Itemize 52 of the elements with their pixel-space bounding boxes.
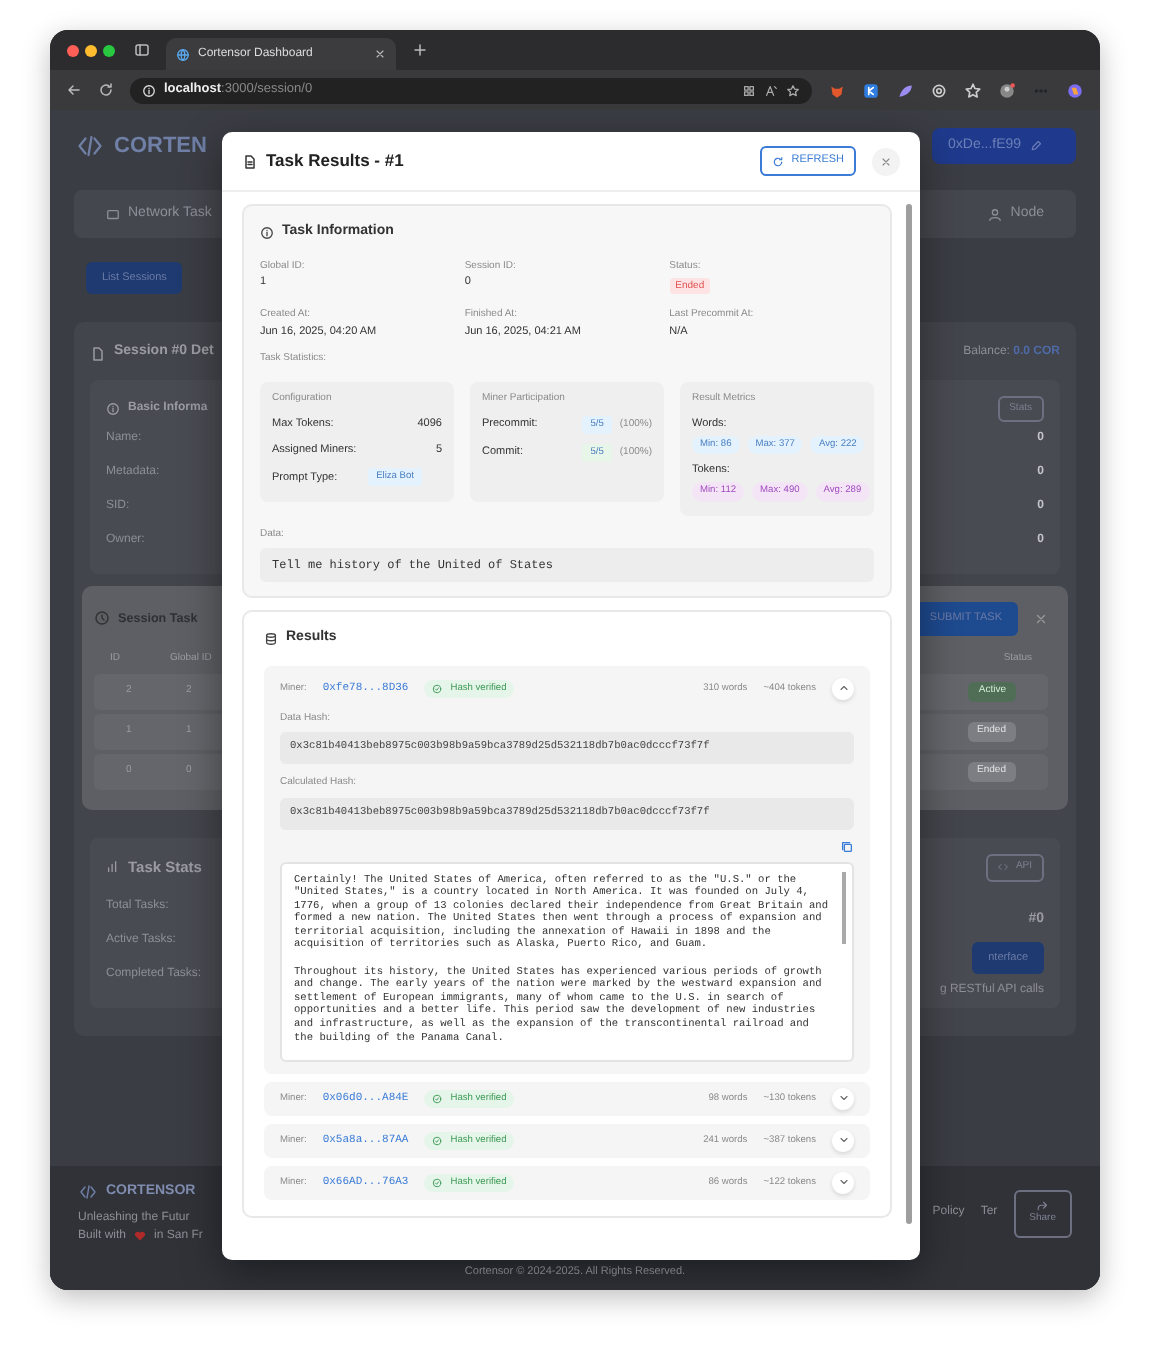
info-icon <box>142 83 156 97</box>
globe-icon <box>176 47 190 61</box>
scrollbar[interactable] <box>906 204 912 1224</box>
gear-extension-icon[interactable] <box>930 81 948 99</box>
expand-toggle[interactable] <box>832 1087 854 1110</box>
brand-name: CORTEN <box>114 131 207 162</box>
expand-toggle[interactable] <box>832 1171 854 1194</box>
k-extension-icon[interactable] <box>862 81 880 99</box>
profile-icon[interactable] <box>998 81 1016 99</box>
pencil-icon <box>1029 140 1042 152</box>
chart-icon <box>106 860 120 875</box>
copilot-icon[interactable] <box>1066 81 1084 99</box>
refresh-icon <box>771 155 784 167</box>
info-icon <box>106 402 120 416</box>
info-icon <box>260 225 274 240</box>
fox-extension-icon[interactable] <box>828 81 846 99</box>
reload-icon[interactable] <box>98 82 114 98</box>
close-icon <box>880 155 892 167</box>
scrollbar[interactable] <box>842 871 846 943</box>
copy-icon[interactable] <box>840 839 854 853</box>
heart-icon <box>134 1230 147 1242</box>
star-icon[interactable] <box>786 83 800 97</box>
sidebar-icon[interactable] <box>134 42 150 58</box>
monitor-icon <box>106 207 120 221</box>
share-icon <box>1036 1200 1049 1212</box>
modal-title: Task Results - #1 <box>266 148 404 174</box>
chevron-down-icon <box>837 1176 849 1189</box>
close-icon[interactable] <box>374 48 386 60</box>
user-icon <box>988 207 1003 221</box>
app-grid-icon[interactable] <box>742 83 756 97</box>
plus-icon[interactable] <box>412 42 428 58</box>
read-aloud-icon[interactable] <box>764 83 778 97</box>
chevron-down-icon <box>837 1134 849 1147</box>
back-icon[interactable] <box>66 82 82 98</box>
file-icon <box>90 345 106 361</box>
check-circle-icon <box>432 1177 443 1188</box>
database-icon <box>264 631 278 646</box>
code-brackets-icon <box>78 1184 98 1201</box>
check-circle-icon <box>432 1135 443 1146</box>
expand-toggle[interactable] <box>832 677 854 700</box>
code-brackets-icon <box>74 134 106 158</box>
favorites-icon[interactable] <box>964 81 982 99</box>
clock-icon <box>94 610 110 627</box>
feather-extension-icon[interactable] <box>896 81 914 99</box>
chevron-up-icon <box>837 682 849 695</box>
check-circle-icon <box>432 683 443 694</box>
code-icon <box>997 862 1008 873</box>
chevron-down-icon <box>837 1092 849 1105</box>
expand-toggle[interactable] <box>832 1129 854 1152</box>
window-controls-icon <box>66 43 118 57</box>
check-circle-icon <box>432 1093 443 1104</box>
file-icon <box>242 153 258 169</box>
